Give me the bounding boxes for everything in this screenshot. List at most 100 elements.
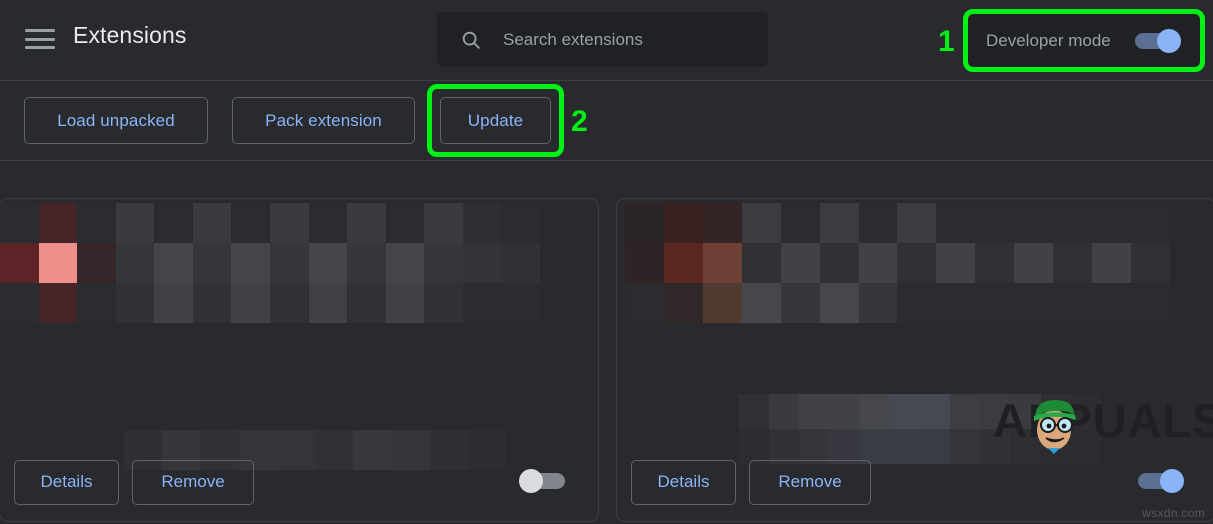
mosaic-cell <box>1053 203 1093 243</box>
mosaic-cell <box>270 243 309 283</box>
load-unpacked-button[interactable]: Load unpacked <box>24 97 208 144</box>
mosaic-cell <box>936 243 976 283</box>
annotation-number-2: 2 <box>571 105 588 138</box>
mosaic-cell <box>38 283 78 323</box>
mosaic-cell <box>77 203 116 243</box>
mosaic-cell <box>270 203 309 243</box>
censored-extension-icon-and-title <box>625 203 1170 323</box>
mosaic-cell <box>702 283 742 323</box>
mosaic-cell <box>1092 283 1132 323</box>
mosaic-cell <box>424 243 463 283</box>
toggle-knob <box>1157 28 1181 53</box>
mosaic-cell <box>308 203 348 243</box>
mosaic-cell <box>38 203 78 243</box>
mosaic-cell <box>192 243 232 283</box>
mosaic-cell <box>270 283 309 323</box>
mosaic-cell <box>115 283 155 323</box>
mosaic-cell <box>625 203 664 243</box>
remove-button[interactable]: Remove <box>132 459 254 505</box>
mosaic-cell <box>1070 394 1101 429</box>
extension-enable-toggle[interactable] <box>1138 469 1184 493</box>
mosaic-cell <box>663 283 703 323</box>
mosaic-cell <box>889 394 920 429</box>
mosaic-cell <box>1092 203 1132 243</box>
mosaic-cell <box>980 394 1011 429</box>
details-button[interactable]: Details <box>14 459 119 505</box>
search-icon <box>460 29 482 51</box>
mosaic-cell <box>1131 203 1170 243</box>
mosaic-cell <box>975 283 1015 323</box>
mosaic-cell <box>897 283 937 323</box>
mosaic-cell <box>936 203 976 243</box>
mosaic-cell <box>780 243 820 283</box>
update-button[interactable]: Update <box>440 97 551 144</box>
mosaic-cell <box>859 394 890 429</box>
mosaic-cell <box>347 203 386 243</box>
mosaic-cell <box>424 203 463 243</box>
mosaic-cell <box>231 243 270 283</box>
extension-card-2[interactable]: Details Remove <box>616 198 1213 522</box>
search-bar[interactable]: Search extensions <box>437 12 768 67</box>
app-header: Extensions Search extensions Developer m… <box>0 0 1213 80</box>
remove-button[interactable]: Remove <box>749 459 871 505</box>
extension-enable-toggle[interactable] <box>519 469 565 493</box>
mosaic-cell <box>975 243 1015 283</box>
mosaic-cell <box>0 203 39 243</box>
developer-mode-label: Developer mode <box>986 30 1111 50</box>
mosaic-cell <box>897 203 937 243</box>
mosaic-cell <box>462 243 502 283</box>
mosaic-cell <box>192 203 232 243</box>
mosaic-cell <box>1053 283 1093 323</box>
toggle-knob <box>1160 469 1184 493</box>
hamburger-menu-icon[interactable] <box>25 27 55 51</box>
extension-card-footer: Details Remove <box>0 443 598 521</box>
mosaic-cell <box>741 283 781 323</box>
mosaic-cell <box>950 394 981 429</box>
search-input-placeholder[interactable]: Search extensions <box>503 30 643 50</box>
mosaic-cell <box>819 283 859 323</box>
mosaic-cell <box>501 203 540 243</box>
mosaic-cell <box>385 243 425 283</box>
details-button[interactable]: Details <box>631 459 736 505</box>
mosaic-cell <box>1131 283 1170 323</box>
mosaic-cell <box>154 203 193 243</box>
mosaic-cell <box>702 203 742 243</box>
mosaic-cell <box>154 283 193 323</box>
mosaic-cell <box>462 283 502 323</box>
mosaic-cell <box>1053 243 1093 283</box>
extension-card-1[interactable]: Details Remove <box>0 198 599 522</box>
developer-mode-container[interactable]: Developer mode <box>968 14 1200 67</box>
mosaic-cell <box>1014 243 1054 283</box>
mosaic-cell <box>77 243 116 283</box>
mosaic-cell <box>501 283 540 323</box>
developer-mode-toggle[interactable] <box>1135 28 1181 53</box>
hamburger-bar <box>25 37 55 41</box>
mosaic-cell <box>385 203 425 243</box>
mosaic-cell <box>154 243 193 283</box>
mosaic-cell <box>663 243 703 283</box>
mosaic-cell <box>829 394 860 429</box>
mosaic-cell <box>739 394 770 429</box>
mosaic-cell <box>741 243 781 283</box>
mosaic-cell <box>501 243 540 283</box>
extension-card-footer: Details Remove <box>617 443 1213 521</box>
mosaic-cell <box>0 243 39 283</box>
pack-extension-button[interactable]: Pack extension <box>232 97 415 144</box>
mosaic-cell <box>769 394 800 429</box>
mosaic-cell <box>1014 203 1054 243</box>
mosaic-cell <box>38 243 78 283</box>
mosaic-cell <box>115 203 155 243</box>
mosaic-cell <box>77 283 116 323</box>
mosaic-cell <box>919 394 951 429</box>
mosaic-cell <box>1014 283 1054 323</box>
mosaic-cell <box>858 283 898 323</box>
mosaic-cell <box>347 283 386 323</box>
mosaic-cell <box>115 243 155 283</box>
mosaic-cell <box>347 243 386 283</box>
hamburger-bar <box>25 46 55 49</box>
mosaic-cell <box>780 283 820 323</box>
mosaic-cell <box>975 203 1015 243</box>
page-title: Extensions <box>73 22 187 48</box>
toggle-knob <box>519 469 543 493</box>
mosaic-cell <box>702 243 742 283</box>
